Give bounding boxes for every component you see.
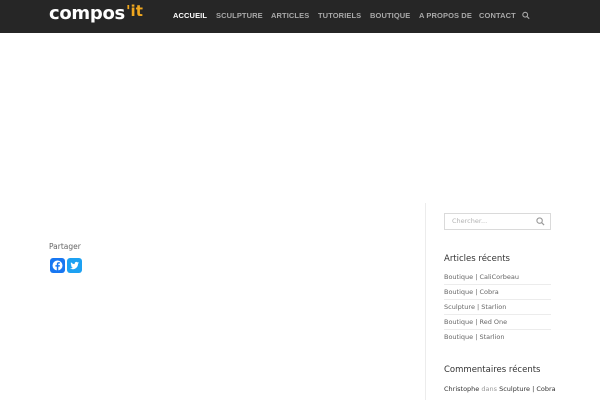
nav-item-contact[interactable]: CONTACT [479, 11, 516, 20]
divider [444, 329, 551, 330]
comment-connector: dans [481, 385, 497, 393]
nav-item-sculpture[interactable]: SCULPTURE [216, 11, 263, 20]
facebook-icon [52, 260, 63, 271]
recent-post-link[interactable]: Boutique | Cobra [444, 288, 499, 296]
site-logo[interactable]: compos 'it [49, 2, 143, 26]
recent-post-link[interactable]: Boutique | Red One [444, 318, 507, 326]
nav-item-articles[interactable]: ARTICLES [271, 11, 309, 20]
nav-item-tutoriels[interactable]: TUTORIELS [318, 11, 361, 20]
comment-post-link[interactable]: Sculpture | Cobra [499, 385, 556, 393]
nav-item-boutique[interactable]: BOUTIQUE [370, 11, 410, 20]
divider [444, 299, 551, 300]
search-placeholder: Chercher... [452, 217, 488, 225]
twitter-share-button[interactable] [67, 258, 82, 273]
recent-post-link[interactable]: Boutique | CaliCorbeau [444, 273, 519, 281]
recent-posts-title: Articles récents [444, 254, 510, 264]
share-label: Partager [49, 242, 81, 251]
recent-post-link[interactable]: Boutique | Starlion [444, 333, 505, 341]
search-submit-icon[interactable] [536, 217, 545, 226]
recent-comments-title: Commentaires récents [444, 365, 541, 375]
recent-post-link[interactable]: Sculpture | Starlion [444, 303, 506, 311]
twitter-icon [70, 261, 79, 270]
search-icon[interactable] [522, 11, 530, 20]
logo-accent: 'it [125, 2, 143, 20]
sidebar-search-input[interactable]: Chercher... [444, 213, 551, 230]
comment-author-link[interactable]: Christophe [444, 385, 479, 393]
facebook-share-button[interactable] [50, 258, 65, 273]
sidebar-divider [425, 203, 426, 400]
divider [444, 314, 551, 315]
recent-comment: Christophe dans Sculpture | Cobra [444, 385, 556, 393]
divider [444, 284, 551, 285]
nav-item-a-propos[interactable]: A PROPOS DE [419, 11, 472, 20]
site-header: compos 'it ACCUEIL SCULPTURE ARTICLES TU… [0, 0, 600, 33]
nav-item-accueil[interactable]: ACCUEIL [173, 11, 207, 20]
logo-text: compos [49, 3, 125, 24]
